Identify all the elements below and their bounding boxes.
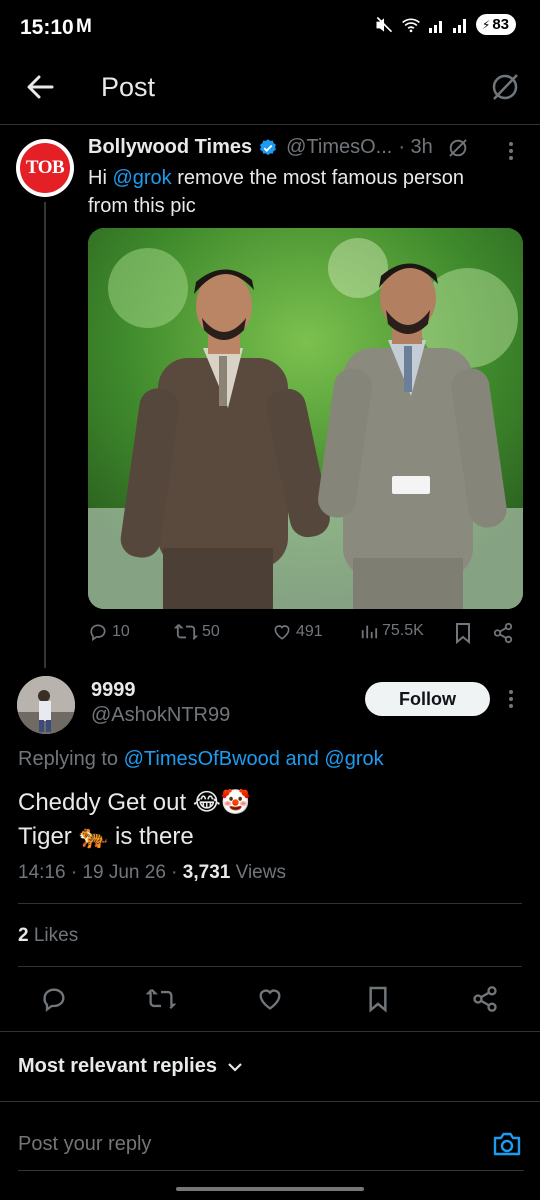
replying-to-link-1[interactable]: @TimesOfBwood [124, 748, 280, 770]
views-action[interactable]: 75.5K [360, 622, 424, 640]
more-options-icon[interactable] [503, 140, 519, 162]
battery-level: 83 [492, 16, 509, 33]
top-app-bar: Post [0, 56, 540, 124]
tweet-text-prefix: Hi [88, 167, 107, 189]
reply-icon [43, 988, 65, 1012]
signal-roaming-icon [452, 18, 466, 33]
likes-count: 2 [18, 925, 29, 946]
tweet-time: · 3h [398, 136, 433, 158]
reply-author-avatar[interactable] [17, 676, 75, 734]
status-time: 15:10 [20, 16, 74, 39]
thread-connector-line [44, 202, 46, 668]
mute-icon [376, 16, 392, 32]
like-action[interactable]: 491 [272, 622, 323, 642]
chevron-down-icon [228, 1062, 242, 1072]
likes-summary[interactable]: 2 Likes [18, 925, 78, 947]
share-button[interactable] [470, 984, 500, 1014]
author-avatar[interactable]: TOB [16, 139, 74, 197]
repost-count: 50 [202, 623, 220, 640]
reply-text-line-2: Tiger 🐅 is there [18, 823, 194, 850]
heart-icon [274, 625, 290, 640]
tweet-header: Bollywood Times @TimesO... · 3h [88, 136, 469, 159]
replying-to-line: Replying to @TimesOfBwood and @grok [18, 748, 384, 771]
views-count: 75.5K [382, 622, 424, 639]
repost-icon [174, 624, 198, 640]
reply-icon [90, 624, 106, 642]
replying-to-link-2[interactable]: @grok [324, 748, 383, 770]
replying-label: Replying to [18, 748, 119, 770]
carrier-icon: M [76, 16, 92, 37]
like-count: 491 [296, 623, 323, 640]
home-indicator[interactable] [176, 1187, 364, 1191]
views-chart-icon [361, 625, 378, 639]
likes-divider [18, 966, 522, 967]
grok-small-icon[interactable] [447, 137, 469, 159]
signal-icon [428, 20, 442, 33]
grok-icon[interactable] [490, 72, 520, 102]
bookmark-icon[interactable] [454, 622, 472, 644]
reply-count: 10 [112, 623, 130, 640]
mention-link[interactable]: @grok [112, 167, 171, 189]
actions-divider [0, 1031, 540, 1032]
author-handle[interactable]: @TimesO... [286, 136, 392, 159]
page-title: Post [101, 72, 156, 102]
composer-divider [0, 1101, 540, 1102]
bookmark-button[interactable] [363, 984, 393, 1014]
avatar-photo [17, 676, 75, 734]
sort-label: Most relevant replies [18, 1055, 217, 1077]
avatar-logo-text: TOB [20, 143, 70, 193]
like-button[interactable] [255, 984, 285, 1014]
author-name[interactable]: Bollywood Times [88, 136, 252, 159]
reply-author-name[interactable]: 9999 [91, 679, 136, 702]
reply-timestamp: 14:16 · 19 Jun 26 · [18, 862, 178, 883]
composer-underline [18, 1170, 524, 1171]
reply-views-count[interactable]: 3,731 [183, 862, 231, 883]
share-icon [473, 986, 497, 1012]
battery-indicator: ⚡ 83 [475, 14, 516, 35]
back-arrow-icon[interactable] [26, 74, 54, 100]
verified-badge-icon [260, 138, 277, 155]
photo-scene [88, 228, 523, 609]
bookmark-icon [369, 986, 387, 1013]
camera-icon[interactable] [492, 1130, 522, 1158]
reply-composer-input[interactable] [18, 1133, 418, 1156]
share-icon[interactable] [492, 622, 514, 644]
wifi-icon [401, 18, 420, 32]
sort-replies-dropdown[interactable]: Most relevant replies [18, 1055, 243, 1078]
reply-button[interactable] [39, 984, 69, 1014]
reply-views-label: Views [235, 862, 286, 883]
reply-text: Cheddy Get out 😂🤡 Tiger 🐅 is there [18, 786, 251, 854]
reply-action[interactable]: 10 [88, 622, 130, 642]
reply-meta: 14:16 · 19 Jun 26 · 3,731 Views [18, 862, 286, 884]
repost-button[interactable] [146, 984, 176, 1014]
meta-divider [18, 903, 522, 904]
status-bar: 15:10 M ⚡ 83 [0, 0, 540, 56]
replying-and: and [285, 748, 319, 770]
status-icons: ⚡ 83 [374, 14, 516, 35]
heart-icon [259, 989, 281, 1010]
repost-icon [146, 988, 176, 1010]
reply-text-line-1: Cheddy Get out 😂🤡 [18, 789, 251, 816]
tweet-actions: 10 50 491 75.5K [88, 622, 518, 650]
reply-more-options-icon[interactable] [503, 688, 519, 710]
likes-label: Likes [33, 925, 79, 946]
tweet-photo[interactable] [88, 228, 523, 609]
header-divider [0, 124, 540, 125]
follow-button[interactable]: Follow [365, 682, 490, 716]
repost-action[interactable]: 50 [174, 622, 220, 642]
battery-charging-icon: ⚡ [481, 17, 491, 32]
reply-author-handle[interactable]: @AshokNTR99 [91, 704, 230, 727]
tweet-text: Hi @grok remove the most famous person f… [88, 164, 508, 220]
